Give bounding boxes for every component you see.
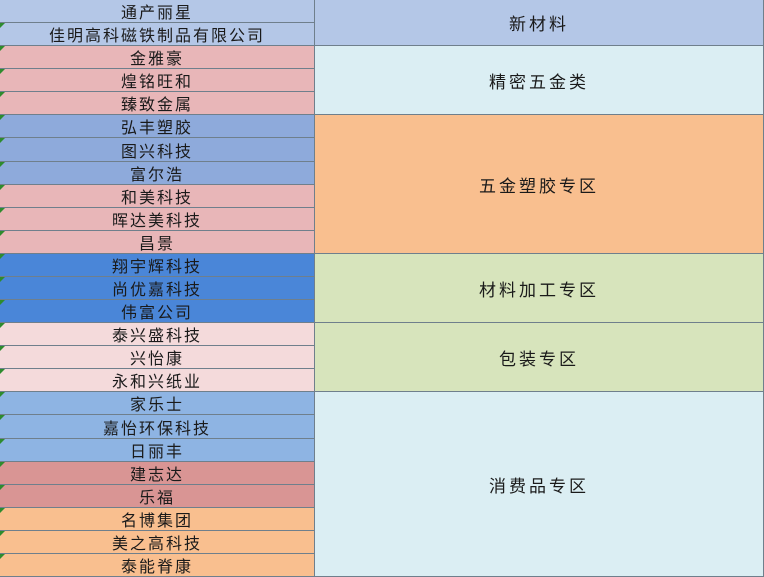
company-name: 臻致金属	[120, 95, 193, 114]
company-name: 通产丽星	[120, 3, 193, 22]
company-name: 建志达	[129, 465, 184, 484]
cell-comment-marker	[0, 323, 5, 328]
company-name: 弘丰塑胶	[120, 118, 193, 137]
category-cell[interactable]: 新材料	[315, 0, 764, 46]
company-name: 家乐士	[129, 395, 184, 414]
cell-comment-marker	[0, 231, 5, 236]
cell-comment-marker	[0, 92, 5, 97]
company-name: 泰能脊康	[120, 557, 193, 576]
category-name: 精密五金类	[489, 72, 589, 93]
company-cell[interactable]: 家乐士	[0, 392, 315, 415]
cell-comment-marker	[0, 531, 5, 536]
category-cell[interactable]: 包装专区	[315, 323, 764, 392]
company-name: 煌铭旺和	[120, 72, 193, 91]
company-cell[interactable]: 名博集团	[0, 508, 315, 531]
company-cell[interactable]: 嘉怡环保科技	[0, 415, 315, 439]
company-cell[interactable]: 通产丽星	[0, 0, 315, 23]
company-name: 和美科技	[120, 188, 193, 207]
company-cell[interactable]: 尚优嘉科技	[0, 277, 315, 300]
cell-comment-marker	[0, 254, 5, 259]
company-cell[interactable]: 建志达	[0, 462, 315, 485]
company-name: 尚优嘉科技	[111, 280, 202, 299]
company-cell[interactable]: 伟富公司	[0, 300, 315, 323]
cell-comment-marker	[0, 415, 5, 420]
category-cell[interactable]: 精密五金类	[315, 46, 764, 115]
company-cell[interactable]: 翔宇辉科技	[0, 254, 315, 277]
company-cell[interactable]: 泰兴盛科技	[0, 323, 315, 346]
cell-comment-marker	[0, 554, 5, 559]
category-name: 新材料	[509, 15, 569, 35]
company-cell[interactable]: 晖达美科技	[0, 208, 315, 231]
company-name: 晖达美科技	[111, 211, 202, 230]
category-cell[interactable]: 五金塑胶专区	[315, 115, 764, 254]
company-name: 名博集团	[120, 511, 193, 530]
company-name: 富尔浩	[129, 165, 184, 184]
company-name: 伟富公司	[120, 303, 193, 322]
company-cell[interactable]: 泰能脊康	[0, 554, 315, 577]
category-name: 包装专区	[499, 349, 579, 370]
company-name: 乐福	[138, 488, 175, 507]
cell-comment-marker	[0, 439, 5, 444]
company-cell[interactable]: 臻致金属	[0, 92, 315, 115]
company-cell[interactable]: 日丽丰	[0, 439, 315, 462]
company-name: 昌景	[138, 234, 175, 253]
company-cell[interactable]: 煌铭旺和	[0, 69, 315, 92]
company-cell[interactable]: 永和兴纸业	[0, 369, 315, 392]
cell-comment-marker	[0, 23, 5, 28]
company-cell[interactable]: 弘丰塑胶	[0, 115, 315, 138]
company-cell[interactable]: 兴怡康	[0, 346, 315, 369]
cell-comment-marker	[0, 185, 5, 190]
cell-comment-marker	[0, 69, 5, 74]
company-name: 永和兴纸业	[111, 372, 202, 391]
company-name: 金雅豪	[129, 49, 184, 68]
category-name: 材料加工专区	[479, 280, 599, 301]
cell-comment-marker	[0, 485, 5, 490]
category-name: 五金塑胶专区	[479, 176, 599, 197]
company-cell[interactable]: 和美科技	[0, 185, 315, 208]
cell-comment-marker	[0, 208, 5, 213]
cell-comment-marker	[0, 115, 5, 120]
company-name: 泰兴盛科技	[111, 326, 202, 345]
company-name: 图兴科技	[120, 141, 193, 161]
cell-comment-marker	[0, 346, 5, 351]
category-name: 消费品专区	[489, 476, 589, 497]
cell-comment-marker	[0, 462, 5, 467]
company-name: 兴怡康	[129, 349, 184, 368]
cell-comment-marker	[0, 277, 5, 282]
company-name: 嘉怡环保科技	[102, 418, 211, 438]
company-name: 美之高科技	[111, 534, 202, 553]
cell-comment-marker	[0, 138, 5, 143]
company-cell[interactable]: 佳明高科磁铁制品有限公司	[0, 23, 315, 46]
company-category-table: 通产丽星佳明高科磁铁制品有限公司 金雅豪煌铭旺和臻致金属弘丰塑胶图兴科技富尔浩和美…	[0, 0, 764, 577]
category-cell[interactable]: 消费品专区	[315, 392, 764, 577]
cell-comment-marker	[0, 508, 5, 513]
company-name: 日丽丰	[129, 442, 184, 461]
company-cell[interactable]: 富尔浩	[0, 162, 315, 185]
cell-comment-marker	[0, 392, 5, 397]
company-cell[interactable]: 图兴科技	[0, 138, 315, 162]
company-cell[interactable]: 乐福	[0, 485, 315, 508]
company-name: 佳明高科磁铁制品有限公司	[48, 26, 265, 45]
company-cell[interactable]: 美之高科技	[0, 531, 315, 554]
company-cell[interactable]: 金雅豪	[0, 46, 315, 69]
category-cell[interactable]: 材料加工专区	[315, 254, 764, 323]
company-cell[interactable]: 昌景	[0, 231, 315, 254]
cell-comment-marker	[0, 369, 5, 374]
company-name: 翔宇辉科技	[111, 257, 202, 276]
cell-comment-marker	[0, 162, 5, 167]
cell-comment-marker	[0, 46, 5, 51]
cell-comment-marker	[0, 300, 5, 305]
